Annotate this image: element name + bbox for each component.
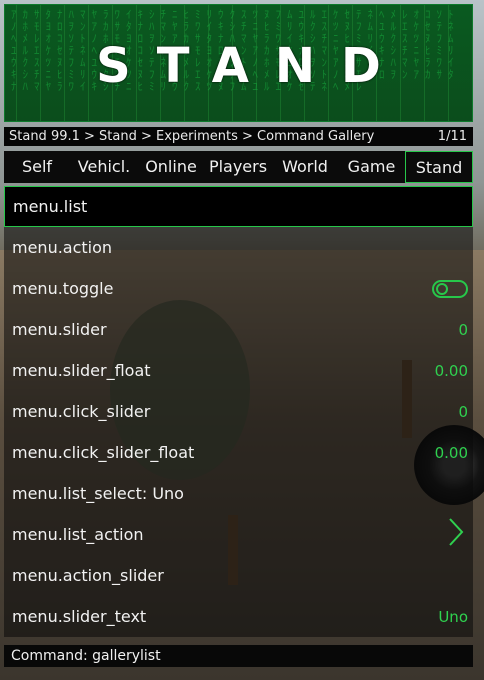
slider-value: 0.00: [434, 443, 468, 462]
header-banner: ｱｶｻﾀﾅﾊﾏﾔﾗﾜｲｷｼﾁﾆﾋﾐﾘｳｸｽﾂﾇﾌﾑﾕﾙｴｹｾﾃﾈﾍﾒﾚｵｺｿﾄﾉ…: [4, 4, 473, 122]
list-item-menu-slider[interactable]: menu.slider 0: [4, 309, 473, 350]
slider-value: 0: [458, 402, 468, 421]
list-item-label: menu.slider_float: [12, 361, 151, 380]
list-item-menu-list-select[interactable]: menu.list_select: Uno: [4, 473, 473, 514]
root-tab-bar: Self Vehicl. Online Players World Game S…: [4, 151, 473, 183]
list-item-menu-click-slider-float[interactable]: menu.click_slider_float 0.00: [4, 432, 473, 473]
tab-world[interactable]: World: [272, 151, 338, 183]
breadcrumb-path: Stand 99.1 > Stand > Experiments > Comma…: [9, 129, 375, 144]
toggle-off-icon[interactable]: [432, 279, 468, 298]
list-item-menu-slider-float[interactable]: menu.slider_float 0.00: [4, 350, 473, 391]
breadcrumb: Stand 99.1 > Stand > Experiments > Comma…: [4, 127, 473, 146]
list-item-label: menu.slider_text: [12, 607, 147, 626]
list-item-label: menu.list_select: Uno: [12, 484, 184, 503]
chevron-right-icon: [448, 517, 464, 553]
slider-value: 0: [458, 320, 468, 339]
slider-value: 0.00: [434, 361, 468, 380]
list-item-label: menu.click_slider_float: [12, 443, 195, 462]
list-item-label: menu.action: [12, 238, 113, 257]
list-item-menu-action[interactable]: menu.action: [4, 227, 473, 268]
list-item-label: menu.click_slider: [12, 402, 151, 421]
slider-text-value: Uno: [438, 607, 468, 626]
command-text: Command: gallerylist: [11, 648, 161, 664]
tab-online[interactable]: Online: [138, 151, 204, 183]
tab-game[interactable]: Game: [338, 151, 405, 183]
list-item-label: menu.action_slider: [12, 566, 164, 585]
list-item-label: menu.list: [13, 197, 88, 216]
item-position-counter: 1/11: [437, 129, 467, 144]
list-item-menu-slider-text[interactable]: menu.slider_text Uno: [4, 596, 473, 637]
tab-vehicle[interactable]: Vehicl.: [70, 151, 138, 183]
tab-players[interactable]: Players: [204, 151, 272, 183]
list-item-menu-action-slider[interactable]: menu.action_slider: [4, 555, 473, 596]
command-input-bar[interactable]: Command: gallerylist: [4, 645, 473, 667]
menu-logo-title: STAND: [96, 38, 407, 94]
command-list: menu.list menu.action menu.toggle menu.s…: [4, 186, 473, 637]
menu-panel: ｱｶｻﾀﾅﾊﾏﾔﾗﾜｲｷｼﾁﾆﾋﾐﾘｳｸｽﾂﾇﾌﾑﾕﾙｴｹｾﾃﾈﾍﾒﾚｵｺｿﾄﾉ…: [4, 4, 473, 667]
list-item-menu-list-action[interactable]: menu.list_action: [4, 514, 473, 555]
tab-stand[interactable]: Stand: [405, 151, 473, 183]
list-item-menu-list[interactable]: menu.list: [4, 186, 473, 227]
list-item-menu-click-slider[interactable]: menu.click_slider 0: [4, 391, 473, 432]
list-item-label: menu.list_action: [12, 525, 144, 544]
list-item-label: menu.toggle: [12, 279, 114, 298]
tab-self[interactable]: Self: [4, 151, 70, 183]
list-item-menu-toggle[interactable]: menu.toggle: [4, 268, 473, 309]
list-item-label: menu.slider: [12, 320, 107, 339]
